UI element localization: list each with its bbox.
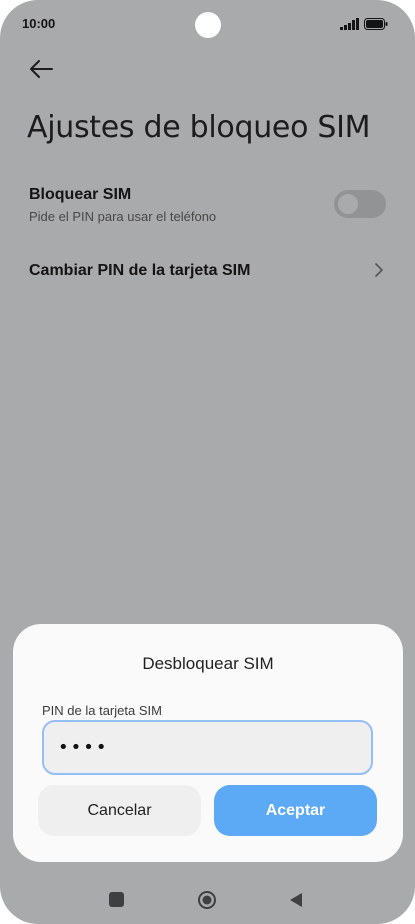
triangle-back-icon[interactable] bbox=[288, 891, 304, 909]
lock-sim-title: Bloquear SIM bbox=[29, 186, 132, 203]
camera-cutout bbox=[195, 12, 221, 38]
status-bar: 10:00 bbox=[0, 0, 415, 50]
circle-home-icon[interactable] bbox=[197, 890, 217, 910]
battery-icon bbox=[364, 18, 388, 30]
unlock-sim-dialog: Desbloquear SIM PIN de la tarjeta SIM ••… bbox=[13, 624, 403, 862]
lock-sim-subtitle: Pide el PIN para usar el teléfono bbox=[29, 209, 217, 224]
page-title: Ajustes de bloqueo SIM bbox=[27, 110, 371, 145]
toggle-knob bbox=[338, 194, 358, 214]
dialog-title: Desbloquear SIM bbox=[142, 654, 274, 673]
phone-screen: 10:00 Ajustes de bloqueo SIM Bloquear SI… bbox=[0, 0, 415, 924]
lock-sim-toggle[interactable] bbox=[334, 190, 386, 218]
change-pin-row[interactable]: Cambiar PIN de la tarjeta SIM bbox=[0, 252, 415, 290]
pin-field-label: PIN de la tarjeta SIM bbox=[42, 703, 162, 718]
cancel-button[interactable]: Cancelar bbox=[38, 785, 201, 836]
signal-icon bbox=[340, 18, 359, 30]
accept-button[interactable]: Aceptar bbox=[214, 785, 377, 836]
square-icon[interactable] bbox=[109, 892, 124, 907]
back-arrow-icon[interactable] bbox=[28, 58, 54, 80]
change-pin-title: Cambiar PIN de la tarjeta SIM bbox=[29, 262, 251, 279]
status-time: 10:00 bbox=[22, 16, 56, 31]
chevron-right-icon bbox=[375, 263, 383, 277]
pin-input[interactable]: •••• bbox=[42, 720, 373, 775]
